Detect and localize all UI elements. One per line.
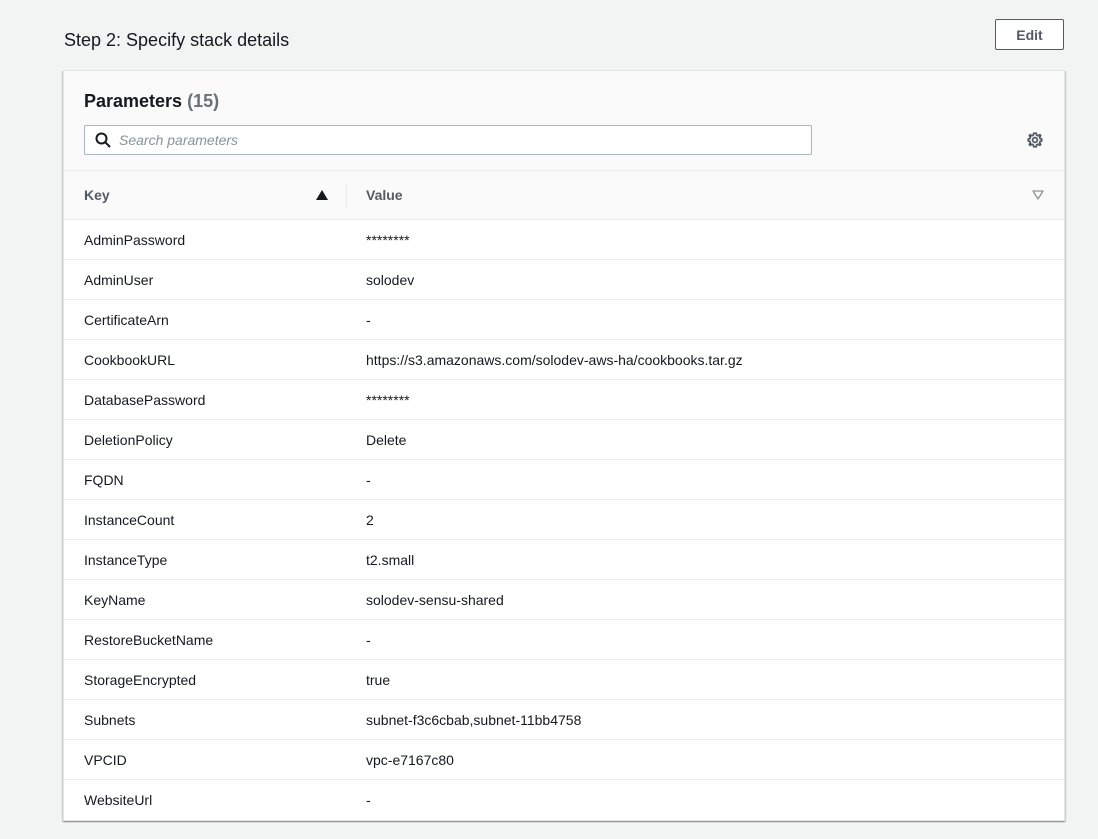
parameter-value: solodev bbox=[366, 272, 415, 288]
table-row: FQDN - bbox=[64, 460, 1064, 500]
parameter-value: t2.small bbox=[366, 552, 415, 568]
parameter-key: KeyName bbox=[84, 592, 146, 608]
search-icon bbox=[95, 132, 111, 148]
table-row: DeletionPolicy Delete bbox=[64, 420, 1064, 460]
search-input[interactable] bbox=[119, 126, 799, 154]
table-row: AdminPassword ******** bbox=[64, 220, 1064, 260]
column-header-key[interactable]: Key bbox=[84, 187, 110, 203]
panel-title: Parameters (15) bbox=[84, 91, 219, 112]
table-row: WebsiteUrl - bbox=[64, 780, 1064, 820]
edit-button[interactable]: Edit bbox=[995, 19, 1064, 50]
column-divider bbox=[346, 184, 347, 208]
parameter-key: DeletionPolicy bbox=[84, 432, 173, 448]
parameters-table-body: AdminPassword ******** AdminUser solodev… bbox=[64, 220, 1064, 820]
parameter-key: WebsiteUrl bbox=[84, 792, 153, 808]
parameter-value: 2 bbox=[366, 512, 374, 528]
table-row: InstanceCount 2 bbox=[64, 500, 1064, 540]
table-row: AdminUser solodev bbox=[64, 260, 1064, 300]
table-header: Key Value bbox=[64, 171, 1064, 220]
parameter-value: https://s3.amazonaws.com/solodev-aws-ha/… bbox=[366, 352, 743, 368]
table-row: StorageEncrypted true bbox=[64, 660, 1064, 700]
parameter-value: - bbox=[366, 472, 371, 488]
parameter-key: InstanceCount bbox=[84, 512, 175, 528]
parameter-key: InstanceType bbox=[84, 552, 168, 568]
sort-ascending-icon[interactable] bbox=[316, 190, 328, 200]
parameter-value: - bbox=[366, 632, 371, 648]
parameter-key: AdminUser bbox=[84, 272, 154, 288]
table-row: VPCID vpc-e7167c80 bbox=[64, 740, 1064, 780]
search-box[interactable] bbox=[84, 125, 812, 155]
parameter-key: RestoreBucketName bbox=[84, 632, 214, 648]
parameter-key: DatabasePassword bbox=[84, 392, 206, 408]
step-title: Step 2: Specify stack details bbox=[64, 30, 290, 50]
parameter-key: FQDN bbox=[84, 472, 124, 488]
table-row: RestoreBucketName - bbox=[64, 620, 1064, 660]
parameter-key: CookbookURL bbox=[84, 352, 176, 368]
parameter-key: AdminPassword bbox=[84, 232, 186, 248]
column-header-value[interactable]: Value bbox=[366, 187, 403, 203]
parameter-value: - bbox=[366, 312, 371, 328]
parameter-key: CertificateArn bbox=[84, 312, 169, 328]
parameter-value: - bbox=[366, 792, 371, 808]
parameter-value: solodev-sensu-shared bbox=[366, 592, 504, 608]
parameter-value: ******** bbox=[366, 232, 410, 248]
parameter-key: Subnets bbox=[84, 712, 136, 728]
table-row: CertificateArn - bbox=[64, 300, 1064, 340]
parameter-key: VPCID bbox=[84, 752, 127, 768]
parameter-key: StorageEncrypted bbox=[84, 672, 197, 688]
gear-icon[interactable] bbox=[1026, 131, 1044, 149]
table-row: CookbookURL https://s3.amazonaws.com/sol… bbox=[64, 340, 1064, 380]
table-row: KeyName solodev-sensu-shared bbox=[64, 580, 1064, 620]
parameter-value: subnet-f3c6cbab,subnet-11bb4758 bbox=[366, 712, 582, 728]
sort-none-icon[interactable] bbox=[1032, 190, 1044, 200]
parameter-count: (15) bbox=[187, 91, 220, 111]
table-row: InstanceType t2.small bbox=[64, 540, 1064, 580]
parameters-panel: Parameters (15) Key Value bbox=[63, 70, 1065, 821]
table-row: Subnets subnet-f3c6cbab,subnet-11bb4758 bbox=[64, 700, 1064, 740]
parameter-value: true bbox=[366, 672, 391, 688]
parameter-value: Delete bbox=[366, 432, 407, 448]
panel-title-text: Parameters bbox=[84, 91, 183, 111]
step-header: Step 2: Specify stack details Edit bbox=[64, 19, 1064, 56]
parameter-value: vpc-e7167c80 bbox=[366, 752, 454, 768]
panel-header: Parameters (15) bbox=[64, 71, 1064, 171]
table-row: DatabasePassword ******** bbox=[64, 380, 1064, 420]
parameter-value: ******** bbox=[366, 392, 410, 408]
